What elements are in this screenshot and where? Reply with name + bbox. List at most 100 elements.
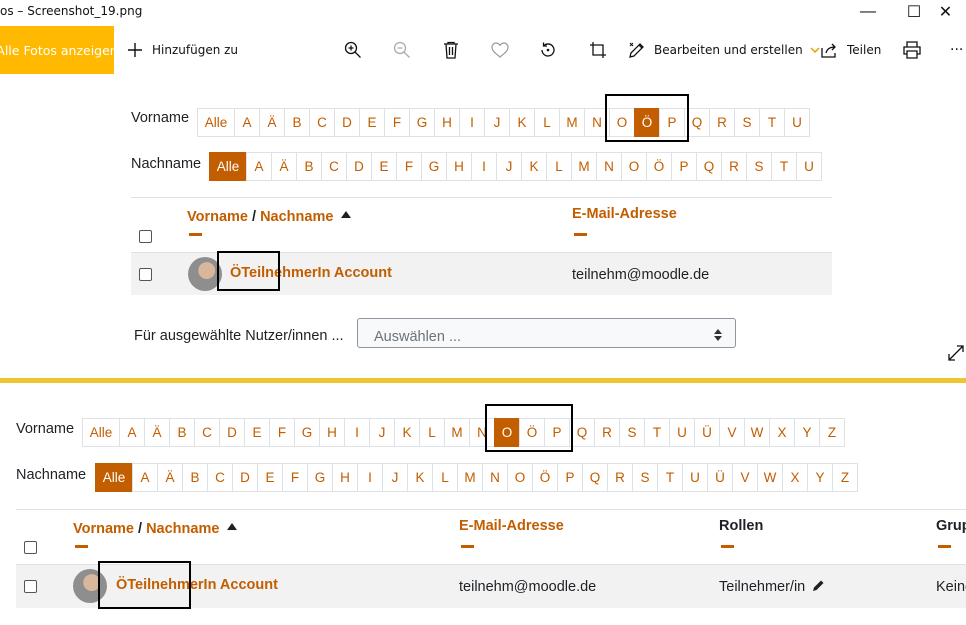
letter-filter[interactable]: J xyxy=(369,418,395,447)
hide-column-icon[interactable] xyxy=(574,233,587,236)
letter-filter[interactable]: G xyxy=(307,463,333,492)
letter-filter[interactable]: C xyxy=(194,418,220,447)
letter-filter[interactable]: B xyxy=(169,418,195,447)
letter-filter[interactable]: S xyxy=(746,152,772,181)
pencil-icon[interactable] xyxy=(812,579,825,596)
share-button[interactable]: Teilen xyxy=(820,26,881,74)
letter-filter[interactable]: I xyxy=(459,108,485,137)
close-button[interactable]: ✕ xyxy=(925,0,966,24)
hide-column-icon[interactable] xyxy=(461,545,474,548)
zoom-out-button[interactable] xyxy=(392,26,412,74)
rotate-button[interactable] xyxy=(538,26,558,74)
row-checkbox[interactable] xyxy=(139,268,152,281)
letter-filter[interactable]: N xyxy=(596,152,622,181)
letter-filter[interactable]: H xyxy=(434,108,460,137)
letter-filter[interactable]: Y xyxy=(794,418,820,447)
letter-filter[interactable]: B xyxy=(284,108,310,137)
more-button[interactable]: ··· xyxy=(950,26,963,74)
letter-filter[interactable]: F xyxy=(282,463,308,492)
letter-filter[interactable]: P xyxy=(671,152,697,181)
bulk-action-select[interactable]: Auswählen ... xyxy=(357,318,736,348)
letter-filter[interactable]: W xyxy=(757,463,783,492)
letter-filter[interactable]: Ö xyxy=(532,463,558,492)
letter-filter[interactable]: A xyxy=(246,152,272,181)
letter-filter[interactable]: Q xyxy=(696,152,722,181)
letter-filter-all[interactable]: Alle xyxy=(82,418,120,447)
letter-filter[interactable]: I xyxy=(344,418,370,447)
favorite-button[interactable] xyxy=(490,26,510,74)
letter-filter[interactable]: O xyxy=(507,463,533,492)
letter-filter[interactable]: O xyxy=(621,152,647,181)
letter-filter[interactable]: R xyxy=(594,418,620,447)
letter-filter[interactable]: L xyxy=(534,108,560,137)
sort-email-link[interactable]: E-Mail-Adresse xyxy=(572,206,677,222)
letter-filter[interactable]: R xyxy=(607,463,633,492)
zoom-in-button[interactable] xyxy=(343,26,363,74)
letter-filter[interactable]: A xyxy=(119,418,145,447)
letter-filter[interactable]: A xyxy=(234,108,260,137)
letter-filter[interactable]: X xyxy=(782,463,808,492)
letter-filter[interactable]: I xyxy=(357,463,383,492)
letter-filter[interactable]: M xyxy=(444,418,470,447)
letter-filter[interactable]: K xyxy=(394,418,420,447)
letter-filter[interactable]: N xyxy=(482,463,508,492)
hide-column-icon[interactable] xyxy=(189,233,202,236)
letter-filter[interactable]: U xyxy=(669,418,695,447)
letter-filter[interactable]: U xyxy=(796,152,822,181)
letter-filter[interactable]: K xyxy=(521,152,547,181)
letter-filter[interactable]: H xyxy=(332,463,358,492)
letter-filter[interactable]: J xyxy=(484,108,510,137)
letter-filter[interactable]: F xyxy=(384,108,410,137)
letter-filter[interactable]: K xyxy=(407,463,433,492)
sort-firstname-link[interactable]: Vorname xyxy=(73,521,134,537)
letter-filter[interactable]: F xyxy=(269,418,295,447)
letter-filter[interactable]: R xyxy=(721,152,747,181)
letter-filter[interactable]: C xyxy=(309,108,335,137)
letter-filter[interactable]: M xyxy=(559,108,585,137)
letter-filter[interactable]: T xyxy=(644,418,670,447)
hide-column-icon[interactable] xyxy=(721,545,734,548)
select-all-checkbox[interactable] xyxy=(139,230,152,243)
letter-filter[interactable]: B xyxy=(182,463,208,492)
letter-filter[interactable]: Ö xyxy=(646,152,672,181)
letter-filter[interactable]: Q xyxy=(582,463,608,492)
letter-filter[interactable]: E xyxy=(371,152,397,181)
letter-filter[interactable]: T xyxy=(657,463,683,492)
expand-icon[interactable] xyxy=(947,344,965,367)
letter-filter[interactable]: S xyxy=(734,108,760,137)
crop-button[interactable] xyxy=(588,26,608,74)
letter-filter[interactable]: C xyxy=(321,152,347,181)
all-photos-button[interactable]: Alle Fotos anzeigen xyxy=(0,26,114,74)
hide-column-icon[interactable] xyxy=(938,545,951,548)
letter-filter[interactable]: D xyxy=(219,418,245,447)
letter-filter[interactable]: P xyxy=(557,463,583,492)
letter-filter[interactable]: F xyxy=(396,152,422,181)
letter-filter[interactable]: W xyxy=(744,418,770,447)
letter-filter[interactable]: E xyxy=(359,108,385,137)
print-button[interactable] xyxy=(902,26,922,74)
add-to-button[interactable]: Hinzufügen zu xyxy=(125,26,238,74)
letter-filter[interactable]: D xyxy=(334,108,360,137)
letter-filter[interactable]: J xyxy=(496,152,522,181)
letter-filter-all[interactable]: Alle xyxy=(209,152,247,181)
letter-filter[interactable]: E xyxy=(244,418,270,447)
letter-filter[interactable]: H xyxy=(446,152,472,181)
letter-filter[interactable]: G xyxy=(409,108,435,137)
letter-filter[interactable]: L xyxy=(419,418,445,447)
letter-filter[interactable]: A xyxy=(132,463,158,492)
letter-filter[interactable]: H xyxy=(319,418,345,447)
letter-filter[interactable]: M xyxy=(571,152,597,181)
letter-filter[interactable]: Ä xyxy=(271,152,297,181)
sort-firstname-link[interactable]: Vorname xyxy=(187,209,248,225)
letter-filter[interactable]: M xyxy=(457,463,483,492)
letter-filter[interactable]: Z xyxy=(819,418,845,447)
letter-filter[interactable]: D xyxy=(232,463,258,492)
letter-filter[interactable]: U xyxy=(682,463,708,492)
letter-filter[interactable]: Ä xyxy=(144,418,170,447)
letter-filter[interactable]: X xyxy=(769,418,795,447)
letter-filter[interactable]: G xyxy=(294,418,320,447)
letter-filter[interactable]: Ä xyxy=(157,463,183,492)
letter-filter[interactable]: C xyxy=(207,463,233,492)
letter-filter[interactable]: Ü xyxy=(707,463,733,492)
sort-email-link[interactable]: E-Mail-Adresse xyxy=(459,518,564,534)
